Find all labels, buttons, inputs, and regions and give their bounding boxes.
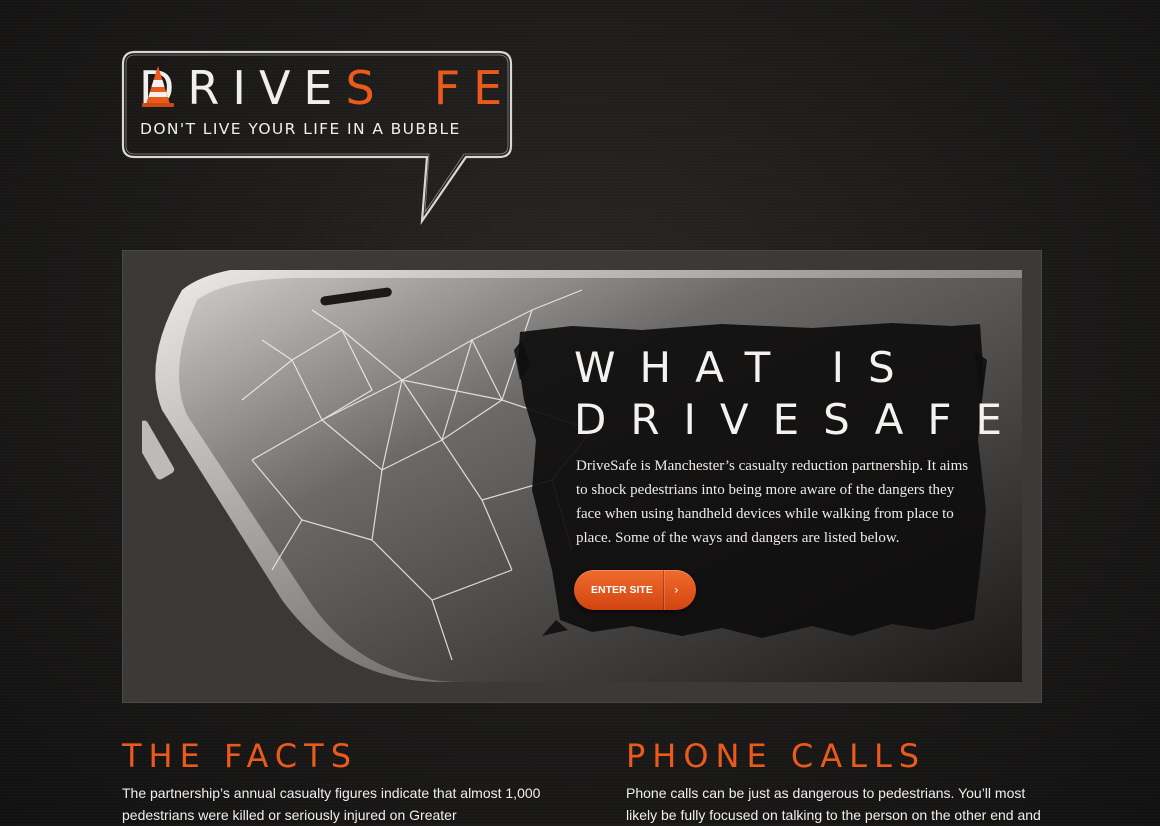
- hero-description: DriveSafe is Manchester’s casualty reduc…: [576, 458, 969, 546]
- chevron-right-icon: ›: [674, 583, 679, 597]
- section-phone-calls: PHONE CALLS Phone calls can be just as d…: [626, 738, 1046, 826]
- logo-tagline: DON'T LIVE YOUR LIFE IN A BUBBLE: [140, 120, 461, 138]
- section-text-facts: The partnership’s annual casualty figure…: [122, 785, 541, 823]
- section-title-phone-calls: PHONE CALLS: [626, 737, 927, 775]
- enter-site-label: ENTER SITE: [591, 584, 653, 596]
- traffic-cone-icon: [142, 64, 426, 108]
- section-the-facts: THE FACTS The partnership’s annual casua…: [122, 738, 542, 826]
- enter-site-button[interactable]: ENTER SITE ›: [574, 570, 696, 610]
- hero-title: WHAT IS DRIVESAFE: [574, 342, 1002, 446]
- hero-title-line2: DRIVESAFE: [574, 395, 1022, 444]
- logo-word-s: S: [345, 61, 388, 115]
- hero-frame: WHAT IS DRIVESAFE DriveSafe is Mancheste…: [122, 250, 1042, 703]
- logo-word-fe: FE: [433, 61, 516, 115]
- button-divider: [663, 570, 664, 610]
- logo-wordmark: DRIVES FE: [139, 64, 515, 111]
- section-text-phone-calls: Phone calls can be just as dangerous to …: [626, 785, 1041, 823]
- section-title-facts: THE FACTS: [122, 737, 358, 775]
- site-logo[interactable]: DRIVES FE DON'T LIVE YOUR LIFE IN A BUBB…: [121, 50, 513, 225]
- hero-banner: WHAT IS DRIVESAFE DriveSafe is Mancheste…: [142, 270, 1022, 682]
- hero-title-line1: WHAT IS: [574, 343, 919, 392]
